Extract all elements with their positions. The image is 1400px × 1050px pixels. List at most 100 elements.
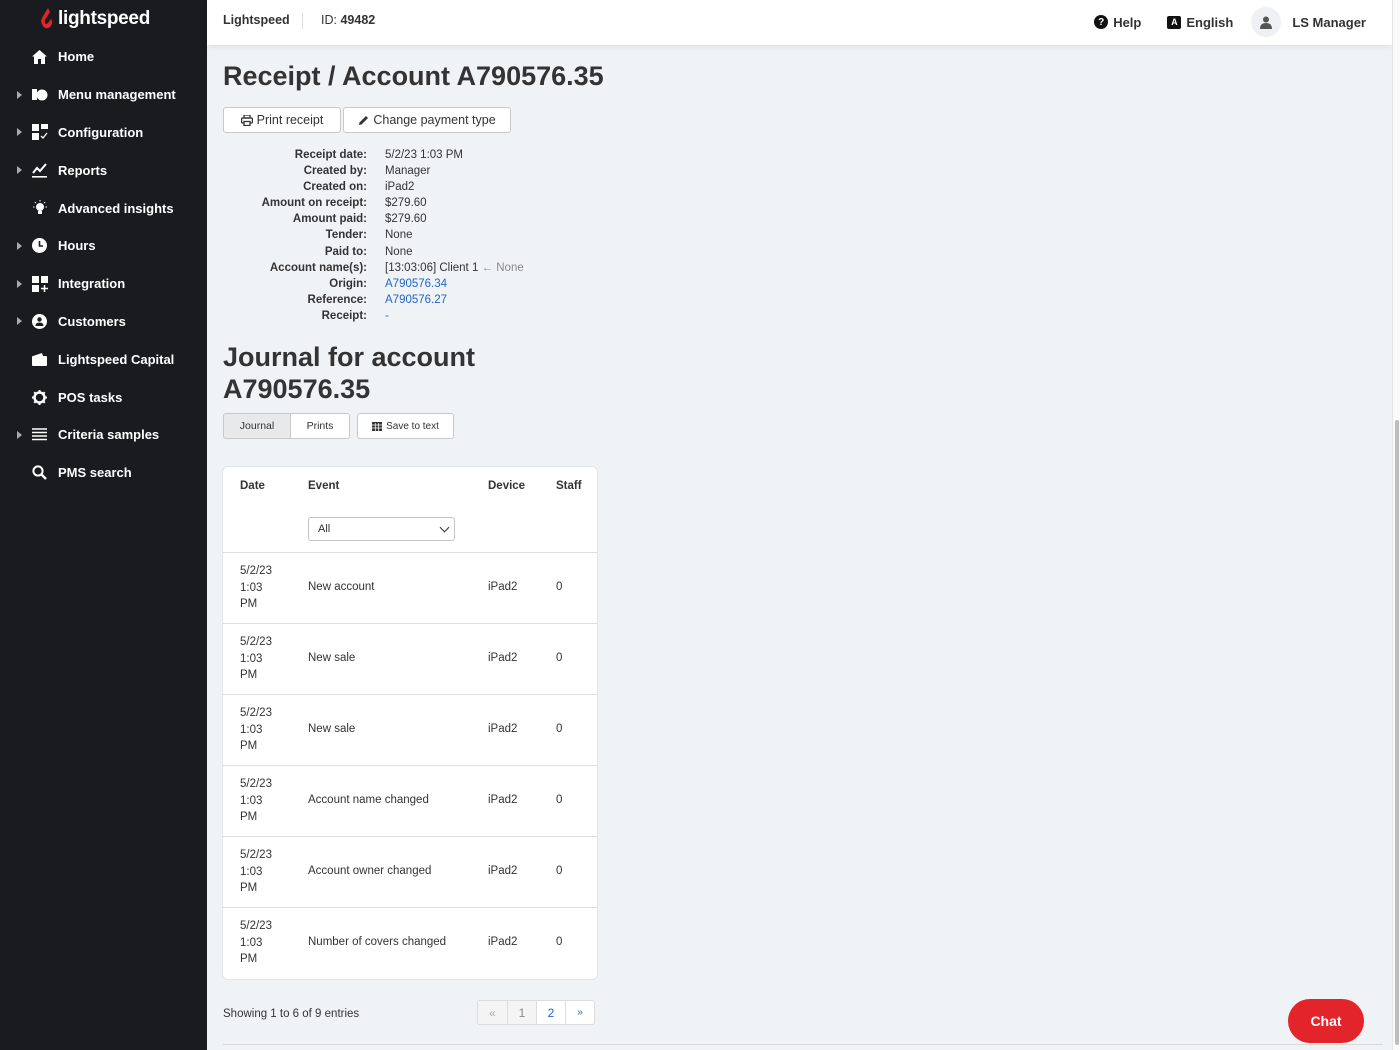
column-header-date[interactable]: Date — [240, 480, 265, 492]
menu-management-icon — [31, 86, 48, 103]
tab-prints[interactable]: Prints — [291, 413, 350, 439]
cell-date: 5/2/23 1:03 PM — [240, 847, 285, 897]
event-filter-select[interactable]: All — [308, 517, 455, 541]
sidebar-item-configuration[interactable]: Configuration — [0, 114, 207, 152]
sidebar-item-hours[interactable]: Hours — [0, 227, 207, 265]
save-to-text-button[interactable]: Save to text — [357, 413, 454, 439]
language-selector[interactable]: A English — [1167, 15, 1233, 30]
detail-row-amount-on-receipt: Amount on receipt: $279.60 — [223, 195, 643, 211]
logo-text: lightspeed — [58, 8, 151, 29]
next-page-button[interactable]: » — [565, 1001, 594, 1024]
tab-journal[interactable]: Journal — [223, 413, 291, 439]
date-line: PM — [240, 740, 258, 752]
reference-link[interactable]: A790576.27 — [385, 294, 447, 306]
expand-caret-icon[interactable] — [17, 128, 22, 137]
scrollbar-thumb[interactable] — [1395, 420, 1399, 1045]
page-scrollbar[interactable] — [1392, 0, 1400, 1050]
table-icon — [372, 421, 383, 431]
detail-row-created-on: Created on: iPad2 — [223, 179, 643, 195]
sidebar-item-label: Advanced insights — [58, 200, 174, 216]
page-2-button[interactable]: 2 — [536, 1001, 565, 1024]
page-1-button[interactable]: 1 — [507, 1001, 536, 1024]
lightbulb-icon — [31, 200, 48, 217]
journal-tabs: Journal Prints — [223, 413, 350, 439]
detail-row-amount-paid: Amount paid: $279.60 — [223, 211, 643, 227]
table-row[interactable]: 5/2/23 1:03 PM Account name changed iPad2 0 — [223, 766, 597, 837]
expand-caret-icon[interactable] — [17, 317, 22, 326]
account-id: ID: 49482 — [321, 13, 375, 27]
receipt-link[interactable]: - — [385, 310, 389, 322]
cell-device: iPad2 — [488, 723, 518, 735]
receipt-details: Receipt date: 5/2/23 1:03 PM Created by: Ma… — [223, 147, 643, 324]
expand-caret-icon[interactable] — [17, 166, 22, 175]
date-line: 5/2/23 — [240, 636, 272, 648]
sidebar-item-criteria-samples[interactable]: Criteria samples — [0, 416, 207, 454]
gear-icon — [31, 389, 48, 406]
created-on-label: Created on: — [303, 181, 367, 194]
cell-date: 5/2/23 1:03 PM — [240, 918, 285, 968]
cell-staff: 0 — [556, 723, 563, 735]
column-header-event[interactable]: Event — [308, 480, 339, 492]
sidebar: lightspeed Home Menu management Configurat… — [0, 0, 207, 1050]
lightspeed-logo[interactable]: lightspeed — [40, 8, 150, 30]
table-row[interactable]: 5/2/23 1:03 PM New sale iPad2 0 — [223, 695, 597, 766]
save-to-text-label: Save to text — [386, 420, 439, 432]
expand-caret-icon[interactable] — [17, 430, 22, 439]
origin-label: Origin: — [329, 277, 367, 290]
cell-event: New account — [308, 581, 375, 593]
tender-value: None — [385, 229, 413, 242]
home-icon — [31, 48, 48, 65]
sidebar-item-lightspeed-capital[interactable]: Lightspeed Capital — [0, 340, 207, 378]
sidebar-item-label: Customers — [58, 313, 126, 329]
sidebar-item-pos-tasks[interactable]: POS tasks — [0, 378, 207, 416]
journal-table: Date Event Device Staff All 5/2/23 1:03 PM… — [223, 467, 597, 979]
sidebar-item-pms-search[interactable]: PMS search — [0, 454, 207, 492]
footer-divider — [223, 1044, 1383, 1045]
table-row[interactable]: 5/2/23 1:03 PM Account owner changed iPad2 0 — [223, 837, 597, 908]
sidebar-item-label: Hours — [58, 238, 96, 254]
sidebar-item-advanced-insights[interactable]: Advanced insights — [0, 189, 207, 227]
detail-row-account-name-s: Account name(s): [13:03:06] Client 1 ← No… — [223, 260, 643, 276]
event-filter-value: All — [318, 523, 331, 535]
sidebar-item-home[interactable]: Home — [0, 38, 207, 76]
date-line: PM — [240, 882, 258, 894]
origin-link[interactable]: A790576.34 — [385, 278, 447, 290]
user-icon — [1260, 16, 1273, 29]
sidebar-item-reports[interactable]: Reports — [0, 151, 207, 189]
date-line: 5/2/23 — [240, 778, 272, 790]
account-name-s-value: [13:03:06] Client 1 — [385, 261, 479, 274]
id-value: 49482 — [340, 13, 376, 27]
cell-event: Account name changed — [308, 794, 429, 806]
table-header: Date Event Device Staff All — [223, 467, 597, 553]
page-title: Receipt / Account A790576.35 — [223, 61, 604, 91]
prev-page-button[interactable]: « — [478, 1001, 507, 1024]
sidebar-item-label: Reports — [58, 162, 108, 178]
column-header-staff[interactable]: Staff — [556, 480, 582, 492]
detail-row-paid-to: Paid to: None — [223, 244, 643, 260]
reference-label: Reference: — [307, 293, 367, 306]
sidebar-item-label: Criteria samples — [58, 427, 160, 443]
cell-staff: 0 — [556, 865, 563, 877]
cell-device: iPad2 — [488, 865, 518, 877]
help-link[interactable]: ? Help — [1094, 15, 1141, 30]
change-payment-type-button[interactable]: Change payment type — [343, 107, 511, 133]
table-row[interactable]: 5/2/23 1:03 PM New sale iPad2 0 — [223, 624, 597, 695]
user-menu[interactable]: LS Manager — [1233, 7, 1366, 37]
sidebar-item-label: POS tasks — [58, 389, 123, 405]
print-receipt-label: Print receipt — [256, 113, 324, 127]
configuration-icon — [31, 124, 48, 141]
expand-caret-icon[interactable] — [17, 90, 22, 99]
detail-row-reference: Reference: A790576.27 — [223, 292, 643, 308]
table-row[interactable]: 5/2/23 1:03 PM New account iPad2 0 — [223, 553, 597, 624]
chat-button[interactable]: Chat — [1288, 999, 1364, 1043]
print-receipt-button[interactable]: Print receipt — [223, 107, 341, 133]
expand-caret-icon[interactable] — [17, 241, 22, 250]
expand-caret-icon[interactable] — [17, 279, 22, 288]
table-row[interactable]: 5/2/23 1:03 PM Number of covers changed iPad… — [223, 908, 597, 979]
sidebar-item-menu-management[interactable]: Menu management — [0, 76, 207, 114]
date-line: 5/2/23 — [240, 565, 272, 577]
column-header-device[interactable]: Device — [488, 480, 525, 492]
sidebar-item-integration[interactable]: Integration — [0, 265, 207, 303]
integration-icon — [31, 275, 48, 292]
sidebar-item-customers[interactable]: Customers — [0, 303, 207, 341]
